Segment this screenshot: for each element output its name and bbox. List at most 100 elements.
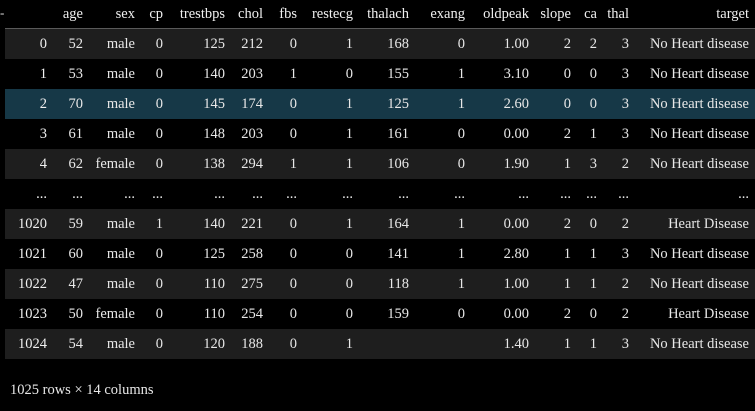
table-cell: 62 bbox=[68, 155, 84, 172]
table-cell: 106 bbox=[387, 155, 409, 172]
table-cell: 3 bbox=[621, 95, 629, 112]
row-index: 3 bbox=[39, 125, 47, 142]
table-cell bbox=[359, 329, 415, 359]
row-index: 1022 bbox=[18, 275, 47, 292]
table-cell: 1 bbox=[457, 245, 465, 262]
table-cell: 168 bbox=[387, 35, 409, 52]
table-cell: 1 bbox=[563, 245, 571, 262]
table-cell: 3 bbox=[589, 155, 597, 172]
table-cell: 0 bbox=[289, 35, 297, 52]
table-cell: 0 bbox=[155, 275, 163, 292]
table-cell: 140 bbox=[203, 65, 225, 82]
table-cell: 0 bbox=[289, 245, 297, 262]
table-cell: 0 bbox=[155, 35, 163, 52]
table-row: 4 62 female 0 138 294 1 1 106 0 1.90 1 3 2 No Heart di… bbox=[5, 149, 755, 179]
row-index: 1020 bbox=[18, 215, 47, 232]
output-collapse-marker: - bbox=[0, 5, 5, 20]
table-cell: 0 bbox=[289, 215, 297, 232]
column-header-thalach: thalach bbox=[359, 0, 415, 29]
row-index: 4 bbox=[39, 155, 47, 172]
table-row: 1022 47 male 0 110 275 0 0 118 1 1.00 1 1 2 No Heart d… bbox=[5, 269, 755, 299]
table-cell: 120 bbox=[203, 335, 225, 352]
table-cell: No Heart disease bbox=[649, 65, 749, 82]
table-cell: male bbox=[106, 215, 135, 232]
table-cell: 1 bbox=[345, 95, 353, 112]
table-cell: 1 bbox=[155, 215, 163, 232]
row-index: 1 bbox=[39, 65, 47, 82]
table-cell: 0 bbox=[155, 305, 163, 322]
shape-caption: 1025 rows × 14 columns bbox=[10, 382, 154, 398]
table-row-highlighted: 2 70 male 0 145 174 0 1 125 1 2.60 0 0 3 No Heart dise… bbox=[5, 89, 755, 119]
table-cell: 2 bbox=[621, 155, 629, 172]
table-cell: 2 bbox=[563, 305, 571, 322]
index-header bbox=[5, 0, 53, 29]
table-cell: 1.00 bbox=[503, 275, 529, 292]
table-cell: 59 bbox=[68, 215, 84, 232]
table-cell: 1 bbox=[345, 155, 353, 172]
table-cell: 0 bbox=[563, 95, 571, 112]
table-cell: 0 bbox=[457, 155, 465, 172]
dataframe-table: age sex cp trestbps chol fbs restecg thalach exa… bbox=[5, 0, 755, 359]
table-cell: 2 bbox=[563, 125, 571, 142]
table-cell: ... bbox=[618, 185, 629, 202]
table-cell: 155 bbox=[387, 65, 409, 82]
table-cell: 1 bbox=[345, 35, 353, 52]
table-cell: 0 bbox=[155, 65, 163, 82]
table-cell: 0 bbox=[589, 215, 597, 232]
table-cell: 47 bbox=[68, 275, 84, 292]
table-cell: 203 bbox=[241, 125, 263, 142]
dataframe-body: 0 52 male 0 125 212 0 1 168 0 1.00 2 2 3 No Heart dise… bbox=[5, 28, 755, 359]
table-cell: ... bbox=[342, 185, 353, 202]
table-cell: 2 bbox=[563, 35, 571, 52]
table-cell: 1 bbox=[563, 155, 571, 172]
table-cell: 2 bbox=[621, 215, 629, 232]
table-cell: Heart Disease bbox=[668, 215, 749, 232]
table-cell: ... bbox=[72, 185, 83, 202]
table-cell: 1 bbox=[589, 275, 597, 292]
column-header-age: age bbox=[53, 0, 89, 29]
table-cell: 0 bbox=[589, 65, 597, 82]
table-cell: 254 bbox=[241, 305, 263, 322]
table-cell: 1 bbox=[457, 65, 465, 82]
table-cell: 0 bbox=[457, 305, 465, 322]
table-cell: No Heart disease bbox=[649, 275, 749, 292]
table-cell: 2.60 bbox=[503, 95, 529, 112]
table-cell: male bbox=[106, 95, 135, 112]
table-cell: 1 bbox=[589, 245, 597, 262]
table-cell: 3 bbox=[621, 125, 629, 142]
table-cell: 50 bbox=[68, 305, 84, 322]
table-cell: ... bbox=[214, 185, 225, 202]
column-header-exang: exang bbox=[415, 0, 471, 29]
table-cell: 212 bbox=[241, 35, 263, 52]
notebook-output-area: - age sex cp trestbps chol fbs restecg thalach e… bbox=[0, 0, 755, 411]
table-cell: No Heart disease bbox=[649, 95, 749, 112]
table-cell: 52 bbox=[68, 35, 84, 52]
table-cell: 3 bbox=[621, 65, 629, 82]
table-cell: 275 bbox=[241, 275, 263, 292]
column-header-slope: slope bbox=[535, 0, 577, 29]
table-cell: 1 bbox=[563, 275, 571, 292]
table-cell: 294 bbox=[241, 155, 263, 172]
column-header-cp: cp bbox=[141, 0, 169, 29]
row-index: 1021 bbox=[18, 245, 47, 262]
table-row: 1021 60 male 0 125 258 0 0 141 1 2.80 1 1 3 No Heart d… bbox=[5, 239, 755, 269]
table-cell: 125 bbox=[203, 35, 225, 52]
table-cell: Heart Disease bbox=[668, 305, 749, 322]
table-cell: No Heart disease bbox=[649, 125, 749, 142]
table-cell: 2 bbox=[621, 305, 629, 322]
table-cell: 1 bbox=[345, 215, 353, 232]
table-cell: 1.90 bbox=[503, 155, 529, 172]
table-cell: ... bbox=[124, 185, 135, 202]
table-row: ........................................… bbox=[5, 179, 755, 209]
table-cell: 0.00 bbox=[503, 215, 529, 232]
table-cell: No Heart disease bbox=[649, 245, 749, 262]
table-row: 0 52 male 0 125 212 0 1 168 0 1.00 2 2 3 No Heart dise… bbox=[5, 28, 755, 59]
table-cell: male bbox=[106, 35, 135, 52]
table-cell: male bbox=[106, 65, 135, 82]
table-cell: 0.00 bbox=[503, 305, 529, 322]
table-cell: 1 bbox=[289, 65, 297, 82]
table-row: 1023 50 female 0 110 254 0 0 159 0 0.00 2 0 2 Heart Di… bbox=[5, 299, 755, 329]
table-cell: 1 bbox=[345, 335, 353, 352]
table-cell: 0 bbox=[345, 245, 353, 262]
table-cell: 174 bbox=[241, 95, 263, 112]
